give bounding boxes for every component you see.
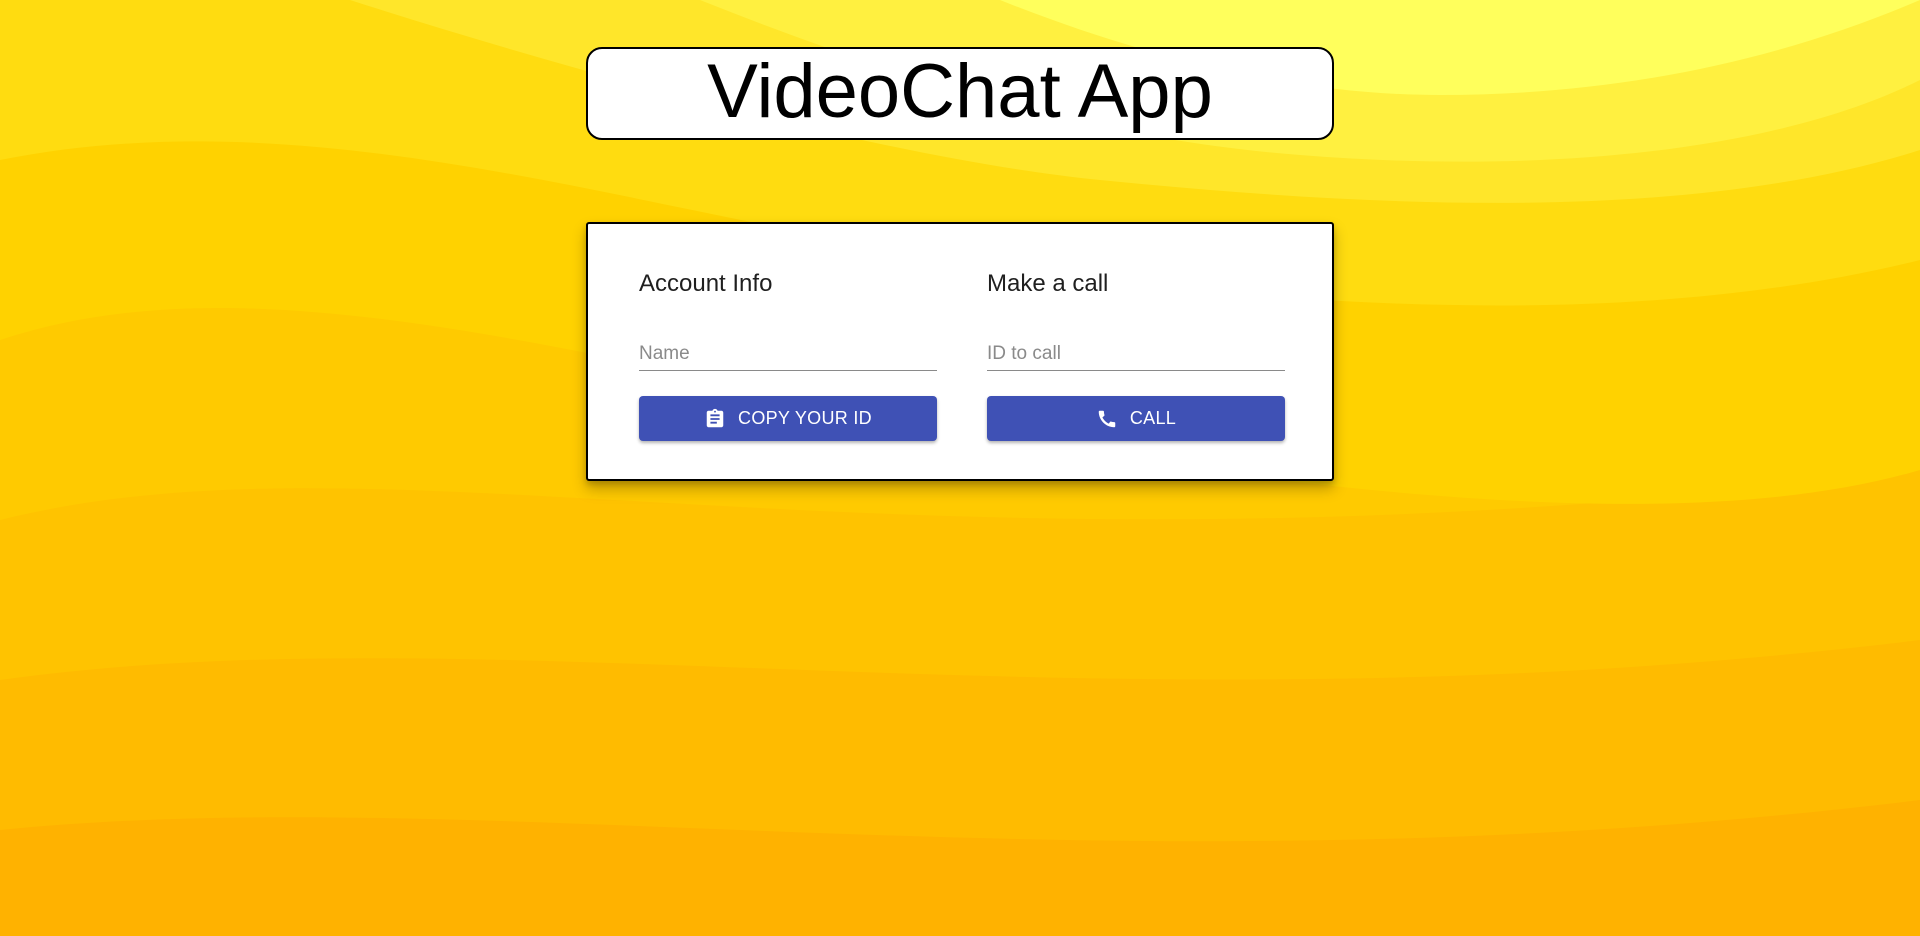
controls-card: Account Info COPY YOUR ID Make a call CA… bbox=[586, 222, 1334, 481]
name-field[interactable] bbox=[639, 338, 937, 371]
copy-id-button[interactable]: COPY YOUR ID bbox=[639, 396, 937, 441]
account-info-heading: Account Info bbox=[639, 270, 773, 297]
call-button[interactable]: CALL bbox=[987, 396, 1285, 441]
clipboard-icon bbox=[704, 408, 726, 430]
id-to-call-field[interactable] bbox=[987, 338, 1285, 371]
call-label: CALL bbox=[1129, 408, 1177, 428]
name-input[interactable] bbox=[639, 338, 937, 370]
app-title: VideoChat App bbox=[707, 49, 1213, 134]
phone-icon bbox=[1096, 408, 1118, 430]
copy-id-label: COPY YOUR ID bbox=[738, 408, 872, 428]
app-title-box: VideoChat App bbox=[586, 47, 1334, 140]
id-to-call-input[interactable] bbox=[987, 338, 1285, 370]
make-call-heading: Make a call bbox=[987, 270, 1109, 297]
